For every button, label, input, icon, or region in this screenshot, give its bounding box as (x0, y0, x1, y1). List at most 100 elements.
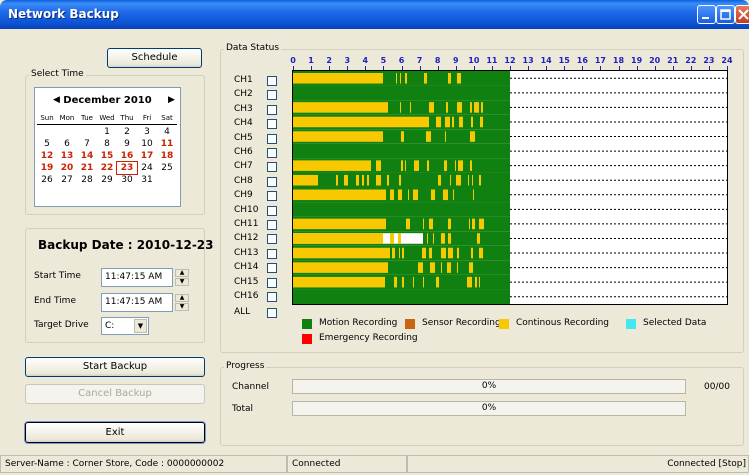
channel-checkbox[interactable] (267, 205, 277, 216)
channel-label: CH14 (234, 262, 259, 273)
status-server: Server-Name : Corner Store, Code : 00000… (0, 455, 287, 473)
hour-label: 8 (434, 56, 441, 65)
calendar-day[interactable]: 4 (157, 126, 177, 138)
channel-checkbox[interactable] (267, 148, 277, 158)
total-progress-percent: 0% (481, 403, 497, 413)
channel-progress-bar: 0% (292, 379, 686, 394)
calendar-day[interactable]: 2 (117, 126, 137, 138)
calendar-day[interactable]: 1 (97, 126, 117, 138)
calendar-day[interactable]: 24 (137, 162, 157, 174)
start-time-spinner[interactable]: ▲ ▼ (175, 269, 189, 286)
close-button[interactable] (735, 5, 749, 24)
spin-down-icon[interactable]: ▼ (175, 303, 189, 311)
calendar-day[interactable]: 3 (137, 126, 157, 138)
channel-label: CH9 (234, 190, 253, 201)
title-bar[interactable]: Network Backup (0, 0, 749, 29)
legend-swatch (499, 319, 509, 329)
calendar-day[interactable]: 13 (57, 150, 77, 162)
calendar-day[interactable]: 19 (37, 162, 57, 174)
chevron-down-icon[interactable]: ▼ (134, 319, 147, 333)
calendar-day[interactable]: 30 (117, 174, 137, 186)
calendar-day[interactable]: 25 (157, 162, 177, 174)
calendar-day[interactable]: 15 (97, 150, 117, 162)
calendar-day[interactable]: 22 (97, 162, 117, 174)
calendar-day[interactable]: 12 (37, 150, 57, 162)
channel-checkbox[interactable] (267, 191, 277, 202)
end-time-spinner[interactable]: ▲ ▼ (175, 294, 189, 311)
calendar-day[interactable]: 8 (97, 138, 117, 150)
legend-label: Motion Recording (319, 318, 398, 328)
start-backup-button[interactable]: Start Backup (25, 357, 205, 377)
channel-label: CH12 (234, 233, 259, 244)
spin-up-icon[interactable]: ▲ (175, 269, 189, 277)
recording-timeline[interactable] (292, 70, 728, 305)
channel-checkbox[interactable] (267, 104, 277, 115)
channel-checkbox[interactable] (267, 248, 277, 259)
channel-checkbox[interactable] (267, 76, 277, 86)
end-time-field[interactable]: 11:47:15 AM (101, 293, 173, 312)
calendar-day[interactable]: 6 (57, 138, 77, 150)
calendar-day[interactable]: 14 (77, 150, 97, 162)
calendar-day[interactable]: 17 (137, 150, 157, 162)
channel-checkbox[interactable] (267, 162, 277, 173)
channel-checkbox[interactable] (267, 277, 277, 288)
calendar-day[interactable]: 7 (77, 138, 97, 150)
hour-label: 15 (558, 56, 570, 65)
channel-timeline-row (293, 274, 727, 290)
all-checkbox[interactable] (267, 308, 277, 319)
calendar-day[interactable]: 21 (77, 162, 97, 174)
calendar-day[interactable]: 9 (117, 138, 137, 150)
channel-timeline-row (293, 172, 727, 188)
hour-label: 2 (326, 56, 332, 65)
hour-label: 1 (308, 56, 314, 65)
calendar[interactable]: ◀ December 2010 ▶ Sun Mon Tue Wed Thu Fri Sat 1… (34, 87, 181, 207)
calendar-day[interactable]: 18 (157, 150, 177, 162)
calendar-day[interactable]: 26 (37, 174, 57, 186)
spin-up-icon[interactable]: ▲ (175, 294, 189, 302)
calendar-day[interactable]: 27 (57, 174, 77, 186)
maximize-button[interactable] (716, 5, 735, 24)
channel-checkbox[interactable] (267, 220, 277, 230)
calendar-day[interactable]: 20 (57, 162, 77, 174)
calendar-day[interactable]: 29 (97, 174, 117, 186)
hour-label: 23 (703, 56, 715, 65)
start-time-field[interactable]: 11:47:15 AM (101, 268, 173, 287)
hour-label: 13 (522, 56, 534, 65)
calendar-day[interactable]: 16 (117, 150, 137, 162)
channel-checkbox[interactable] (267, 292, 277, 302)
calendar-dow: Wed (99, 114, 115, 122)
hour-label: 3 (344, 56, 351, 65)
channel-label: CH11 (234, 219, 259, 229)
calendar-day[interactable]: 31 (137, 174, 157, 186)
minimize-button[interactable] (697, 5, 716, 24)
channel-checkbox[interactable] (267, 90, 277, 101)
calendar-day[interactable]: 10 (137, 138, 157, 150)
exit-button[interactable]: Exit (24, 421, 206, 444)
cancel-backup-button[interactable]: Cancel Backup (25, 384, 205, 404)
calendar-dow: Thu (120, 114, 134, 122)
channel-label: CH2 (234, 89, 253, 100)
target-drive-select[interactable]: C: ▼ (101, 317, 149, 335)
channel-checkbox[interactable] (267, 263, 277, 274)
end-time-label: End Time (34, 296, 76, 306)
calendar-day[interactable]: 11 (157, 138, 177, 150)
calendar-day[interactable]: 23 (116, 161, 138, 175)
hour-label: 11 (486, 56, 498, 65)
schedule-button[interactable]: Schedule (107, 48, 202, 68)
backup-date: Backup Date : 2010-12-23 (38, 238, 214, 252)
channel-timeline-row (293, 245, 727, 261)
channel-checkbox[interactable] (267, 176, 277, 187)
legend-swatch (405, 319, 415, 329)
channel-checkbox[interactable] (267, 234, 277, 245)
channel-label: CH10 (234, 204, 259, 215)
calendar-day[interactable]: 28 (77, 174, 97, 186)
channel-checkbox[interactable] (267, 119, 277, 130)
channel-checkbox[interactable] (267, 133, 277, 144)
calendar-dow: Sun (40, 114, 54, 122)
select-time-label: Select Time (29, 69, 86, 79)
calendar-day[interactable]: 5 (37, 138, 57, 150)
next-month-icon[interactable]: ▶ (168, 95, 175, 105)
calendar-dow: Mon (59, 114, 75, 122)
total-progress-bar: 0% (292, 401, 686, 416)
spin-down-icon[interactable]: ▼ (175, 278, 189, 286)
